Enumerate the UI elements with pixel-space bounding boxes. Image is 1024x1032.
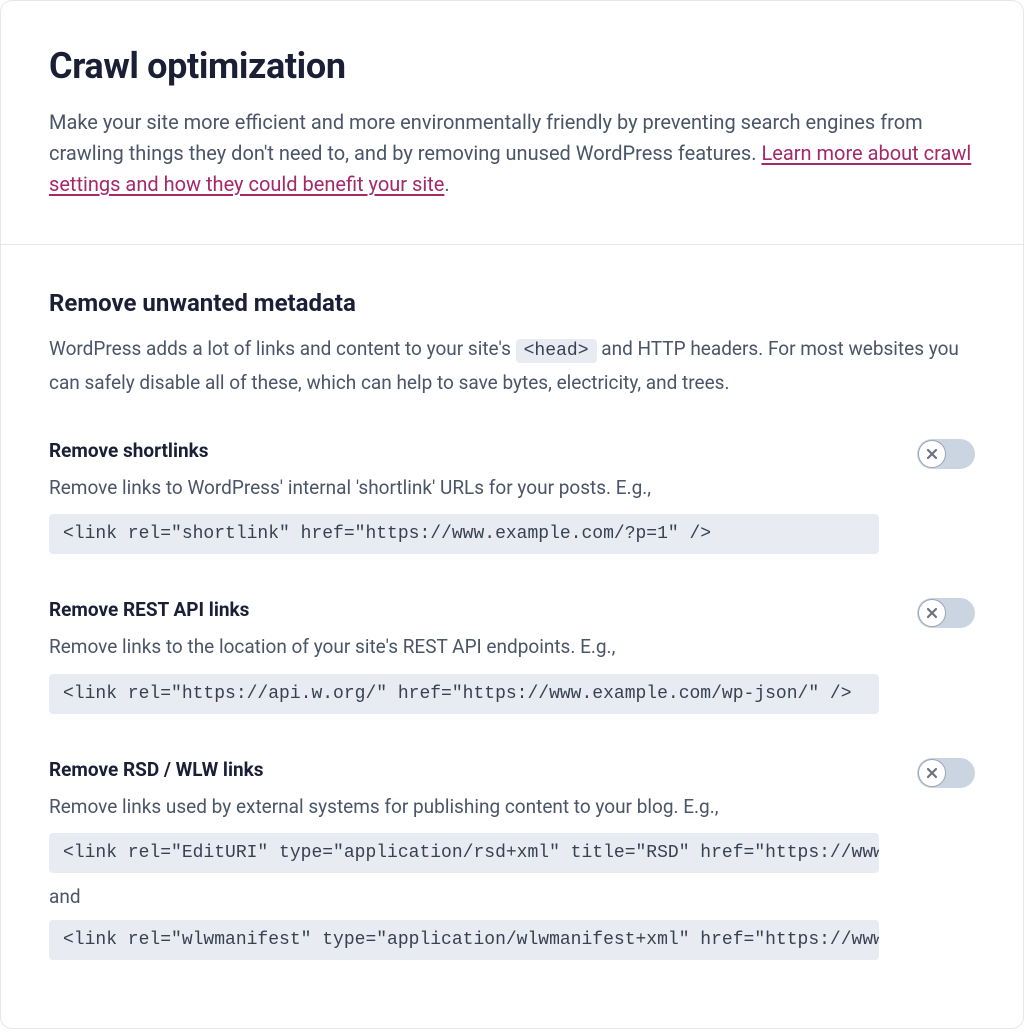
section-desc: WordPress adds a lot of links and conten… [49, 333, 975, 399]
code-block: <link rel="EditURI" type="application/rs… [49, 833, 879, 873]
x-icon [926, 767, 938, 779]
setting-text: Remove shortlinks Remove links to WordPr… [49, 439, 893, 555]
panel-header: Crawl optimization Make your site more e… [1, 1, 1023, 245]
code-block: <link rel="https://api.w.org/" href="htt… [49, 674, 879, 714]
setting-text: Remove RSD / WLW links Remove links used… [49, 758, 893, 961]
setting-desc: Remove links to the location of your sit… [49, 633, 893, 662]
lead-suffix: . [444, 172, 449, 196]
code-block: <link rel="shortlink" href="https://www.… [49, 514, 879, 554]
toggle-remove-rsd-wlw-links[interactable] [917, 758, 975, 788]
code-block: <link rel="wlwmanifest" type="applicatio… [49, 920, 879, 960]
setting-title: Remove RSD / WLW links [49, 758, 893, 781]
section-desc-before: WordPress adds a lot of links and conten… [49, 337, 516, 360]
setting-header: Remove shortlinks Remove links to WordPr… [49, 439, 975, 555]
setting-text: Remove REST API links Remove links to th… [49, 598, 893, 714]
toggle-remove-shortlinks[interactable] [917, 439, 975, 469]
setting-remove-shortlinks: Remove shortlinks Remove links to WordPr… [49, 439, 975, 555]
toggle-knob [918, 759, 946, 787]
head-code-inline: <head> [516, 339, 597, 363]
page-title: Crawl optimization [49, 45, 975, 87]
setting-title: Remove shortlinks [49, 439, 893, 462]
setting-desc: Remove links used by external systems fo… [49, 793, 893, 822]
setting-header: Remove RSD / WLW links Remove links used… [49, 758, 975, 961]
panel-body: Remove unwanted metadata WordPress adds … [1, 245, 1023, 1028]
setting-header: Remove REST API links Remove links to th… [49, 598, 975, 714]
toggle-remove-rest-api-links[interactable] [917, 598, 975, 628]
x-icon [926, 607, 938, 619]
settings-panel: Crawl optimization Make your site more e… [0, 0, 1024, 1029]
setting-desc: Remove links to WordPress' internal 'sho… [49, 474, 893, 503]
setting-title: Remove REST API links [49, 598, 893, 621]
toggle-knob [918, 440, 946, 468]
x-icon [926, 448, 938, 460]
setting-remove-rsd-wlw-links: Remove RSD / WLW links Remove links used… [49, 758, 975, 961]
code-between-label: and [49, 885, 893, 908]
page-lead: Make your site more efficient and more e… [49, 107, 975, 200]
section-title: Remove unwanted metadata [49, 289, 975, 317]
setting-remove-rest-api-links: Remove REST API links Remove links to th… [49, 598, 975, 714]
